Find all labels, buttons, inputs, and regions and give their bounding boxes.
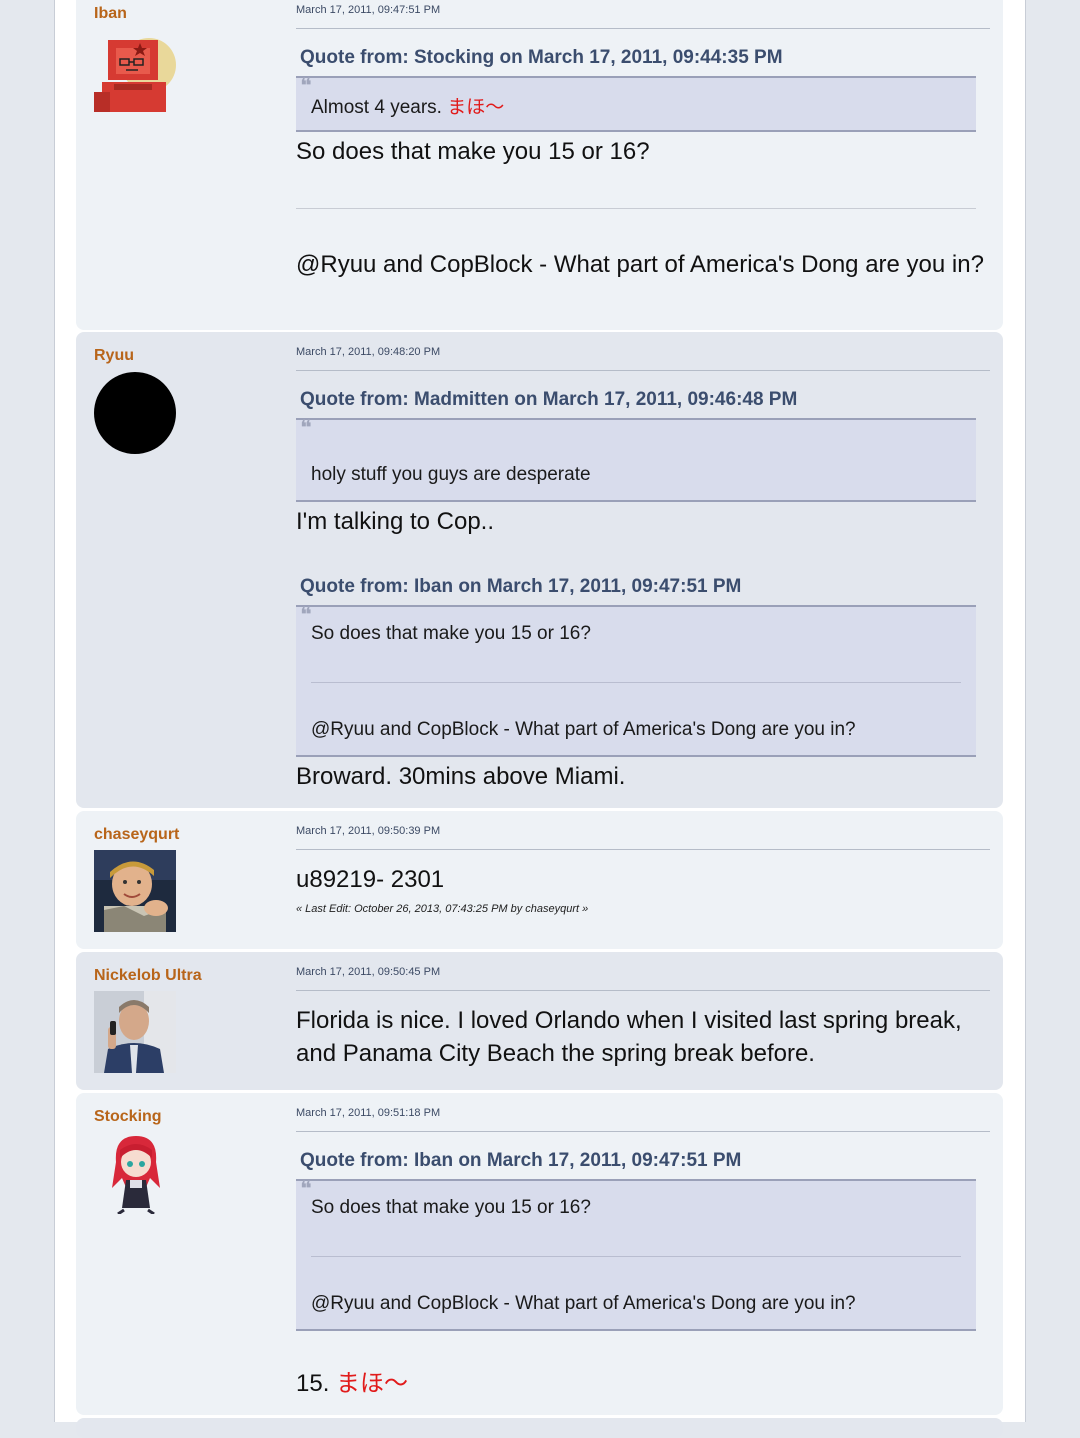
post-body: So does that make you 15 or 16? xyxy=(296,138,650,165)
post-body: I'm talking to Cop.. xyxy=(296,508,494,535)
post-body: 15. xyxy=(296,1370,330,1397)
quote-text: So does that make you 15 or 16? xyxy=(311,1197,591,1218)
poster-name[interactable]: Iban xyxy=(94,5,127,23)
post-time[interactable]: March 17, 2011, 09:51:18 PM xyxy=(296,1107,440,1119)
quote-text: holy stuff you guys are desperate xyxy=(311,464,591,485)
avatar[interactable] xyxy=(94,372,176,454)
poster-name[interactable]: Stocking xyxy=(94,1108,162,1126)
quote-box: ❝ So does that make you 15 or 16? @Ryuu … xyxy=(296,605,976,757)
divider xyxy=(296,990,990,991)
divider xyxy=(296,28,990,29)
quote-divider xyxy=(311,682,961,683)
quote-header[interactable]: Quote from: Iban on March 17, 2011, 09:4… xyxy=(300,1150,741,1172)
avatar[interactable] xyxy=(94,850,176,932)
last-edit-note: « Last Edit: October 26, 2013, 07:43:25 … xyxy=(296,903,589,915)
quote-text: @Ryuu and CopBlock - What part of Americ… xyxy=(311,1293,856,1314)
post-body-line: 15. まほ〜 xyxy=(296,1367,986,1400)
post-iban: Iban March 17, 2011, 09:47:51 PM Quote f… xyxy=(76,0,1003,330)
quote-text: @Ryuu and CopBlock - What part of Americ… xyxy=(311,719,856,740)
quote-box: ❝ So does that make you 15 or 16? @Ryuu … xyxy=(296,1179,976,1331)
post-time[interactable]: March 17, 2011, 09:48:20 PM xyxy=(296,346,440,358)
post-body: @Ryuu and CopBlock - What part of Americ… xyxy=(296,251,984,278)
post-time[interactable]: March 17, 2011, 09:47:51 PM xyxy=(296,4,440,16)
poster-name[interactable]: chaseyqurt xyxy=(94,826,179,844)
quote-header[interactable]: Quote from: Stocking on March 17, 2011, … xyxy=(300,47,783,69)
post-time[interactable]: March 17, 2011, 09:50:39 PM xyxy=(296,825,440,837)
avatar[interactable] xyxy=(94,991,176,1073)
post-next-partial xyxy=(76,1418,1003,1438)
signature-divider xyxy=(296,208,976,209)
avatar[interactable] xyxy=(94,30,176,112)
quote-text-line: Almost 4 years. まほ〜 xyxy=(311,92,504,119)
post-body: Broward. 30mins above Miami. xyxy=(296,763,626,790)
post-stocking: Stocking March 17, 2011, 09:51:18 PM Quo… xyxy=(76,1093,1003,1415)
quote-divider xyxy=(311,1256,961,1257)
post-chaseyqurt: chaseyqurt March 17, 2011, 09:50:39 PM u… xyxy=(76,811,1003,949)
post-body: Florida is nice. I loved Orlando when I … xyxy=(296,1007,962,1067)
poster-name[interactable]: Nickelob Ultra xyxy=(94,967,202,985)
post-body-jp: まほ〜 xyxy=(336,1370,409,1397)
quote-header[interactable]: Quote from: Iban on March 17, 2011, 09:4… xyxy=(300,576,741,598)
divider xyxy=(296,849,990,850)
quote-jp-text: まほ〜 xyxy=(447,97,505,118)
quote-box: ❝ Almost 4 years. まほ〜 xyxy=(296,76,976,132)
divider xyxy=(296,370,990,371)
post-nickelob-ultra: Nickelob Ultra March 17, 2011, 09:50:45 … xyxy=(76,952,1003,1090)
poster-name[interactable]: Ryuu xyxy=(94,347,134,365)
quote-header[interactable]: Quote from: Madmitten on March 17, 2011,… xyxy=(300,389,797,411)
quote-box: ❝ holy stuff you guys are desperate xyxy=(296,418,976,502)
quote-text: So does that make you 15 or 16? xyxy=(311,623,591,644)
post-body: u89219- 2301 xyxy=(296,866,445,893)
quote-text: Almost 4 years. xyxy=(311,97,442,118)
avatar[interactable] xyxy=(94,1132,176,1214)
post-ryuu: Ryuu March 17, 2011, 09:48:20 PM Quote f… xyxy=(76,332,1003,808)
quote-mark-icon: ❝ xyxy=(300,416,312,441)
post-time[interactable]: March 17, 2011, 09:50:45 PM xyxy=(296,966,440,978)
divider xyxy=(296,1131,990,1132)
